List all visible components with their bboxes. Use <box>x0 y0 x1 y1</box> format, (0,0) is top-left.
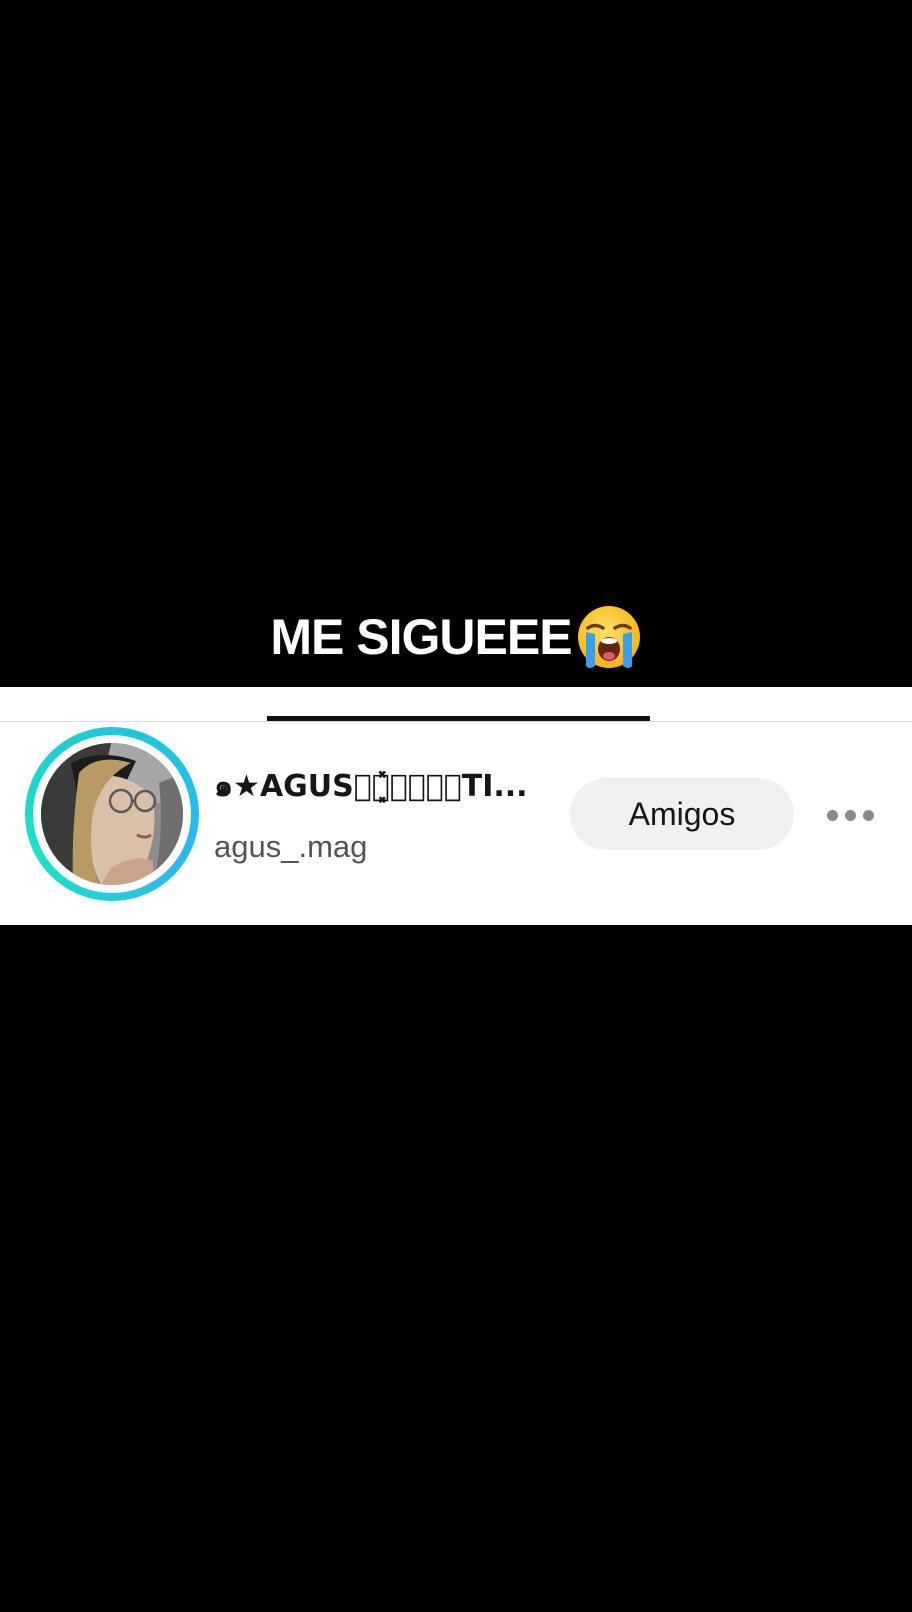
caption-text: ME SIGUEEE <box>270 608 572 665</box>
video-frame: ME SIGUEEE ๑★AGUS༚ེ͓̽༚ཱྀ⃟TI... agus_.mag… <box>0 0 912 1612</box>
display-name: ๑★AGUS༚ེ͓̽༚ཱྀ⃟TI... <box>214 769 528 804</box>
loudly-crying-face-icon <box>577 605 640 668</box>
more-horizontal-icon <box>826 809 838 821</box>
avatar[interactable] <box>41 743 183 885</box>
profile-card: ๑★AGUS༚ེ͓̽༚ཱྀ⃟TI... agus_.mag Amigos <box>0 687 912 925</box>
username: agus_.mag <box>214 829 368 864</box>
friends-button[interactable]: Amigos <box>570 778 794 850</box>
video-caption: ME SIGUEEE <box>0 598 912 672</box>
avatar-story-ring[interactable] <box>25 727 199 901</box>
divider <box>0 721 912 722</box>
more-options-button[interactable] <box>818 795 882 835</box>
avatar-photo <box>41 743 183 885</box>
